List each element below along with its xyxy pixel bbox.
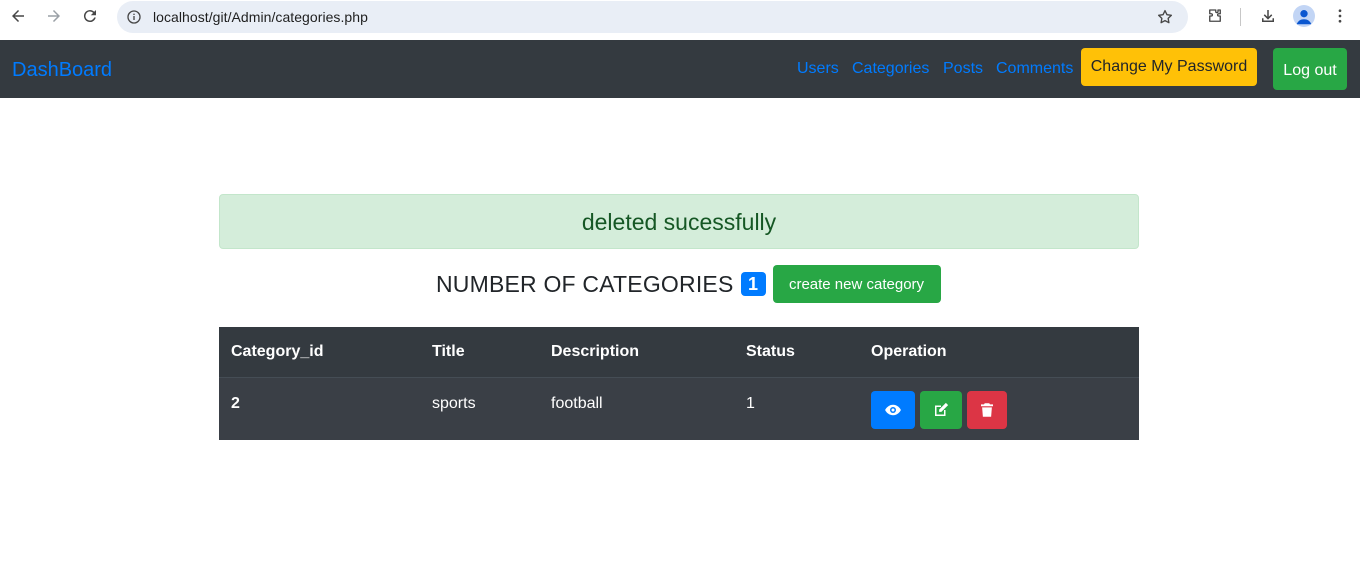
forward-button[interactable] [42, 4, 66, 28]
site-info-icon[interactable] [126, 9, 142, 25]
browser-toolbar: localhost/git/Admin/categories.php [0, 0, 1360, 40]
change-password-button[interactable]: Change My Password [1081, 48, 1257, 86]
column-header-category-id: Category_id [219, 327, 420, 378]
column-header-operation: Operation [859, 327, 1139, 378]
logout-button[interactable]: Log out [1273, 48, 1347, 90]
nav-link-comments[interactable]: Comments [996, 60, 1073, 78]
alert-message: deleted sucessfully [581, 209, 777, 235]
download-icon [1262, 10, 1274, 22]
column-header-title: Title [420, 327, 539, 378]
categories-count-title: NUMBER OF CATEGORIES [436, 270, 734, 297]
nav-link-categories[interactable]: Categories [852, 60, 929, 78]
browser-menu-button[interactable] [1328, 4, 1352, 28]
categories-count-badge: 1 [740, 272, 766, 296]
view-button[interactable] [871, 390, 915, 429]
bookmark-star-icon[interactable] [1156, 8, 1174, 26]
cell-title: sports [420, 377, 539, 440]
person-icon [1296, 10, 1312, 25]
edit-icon [935, 402, 949, 416]
table-row: 2 sports football 1 [219, 377, 1139, 440]
categories-summary: NUMBER OF CATEGORIES 1 create new catego… [436, 265, 941, 303]
table-header-row: Category_id Title Description Status Ope… [219, 327, 1139, 378]
address-bar[interactable]: localhost/git/Admin/categories.php [117, 1, 1188, 33]
back-button[interactable] [6, 4, 30, 28]
create-category-button[interactable]: create new category [772, 265, 941, 303]
edit-button[interactable] [920, 390, 962, 429]
url-text[interactable]: localhost/git/Admin/categories.php [153, 9, 368, 25]
profile-avatar[interactable] [1293, 5, 1315, 27]
column-header-description: Description [539, 327, 734, 378]
brand-link[interactable]: DashBoard [12, 59, 112, 82]
downloads-button[interactable] [1256, 4, 1280, 28]
categories-table: Category_id Title Description Status Ope… [219, 327, 1139, 440]
toolbar-divider [1240, 8, 1241, 26]
arrow-right-icon [48, 10, 60, 22]
delete-button[interactable] [967, 390, 1007, 429]
reload-icon [83, 10, 96, 23]
success-alert: deleted sucessfully [219, 194, 1139, 249]
column-header-status: Status [734, 327, 859, 378]
cell-operation [859, 377, 1139, 440]
reload-button[interactable] [78, 4, 102, 28]
row-actions [871, 390, 1139, 429]
more-vertical-icon [1338, 9, 1342, 23]
nav-link-posts[interactable]: Posts [943, 60, 983, 78]
puzzle-icon [1209, 9, 1221, 22]
app-navbar: DashBoard Users Categories Posts Comment… [0, 40, 1360, 98]
trash-icon [981, 402, 993, 417]
arrow-left-icon [12, 10, 24, 22]
cell-status: 1 [734, 377, 859, 440]
eye-icon [885, 404, 901, 415]
nav-link-users[interactable]: Users [797, 60, 839, 78]
extensions-button[interactable] [1203, 4, 1227, 28]
cell-category-id: 2 [219, 377, 420, 440]
cell-description: football [539, 377, 734, 440]
